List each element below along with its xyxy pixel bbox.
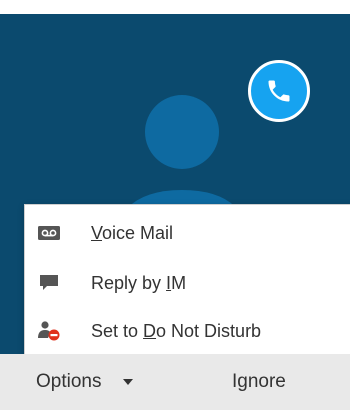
do-not-disturb-icon	[37, 321, 61, 341]
menu-item-do-not-disturb[interactable]: Set to Do Not Disturb	[25, 309, 350, 353]
chat-bubble-icon	[37, 273, 61, 293]
answer-call-button[interactable]	[248, 60, 310, 122]
options-label: Options	[36, 371, 102, 392]
phone-icon	[268, 80, 290, 102]
voice-mail-label: Voice Mail	[91, 222, 174, 243]
options-menu: Voice Mail Reply by IM Set to Do Not Dis…	[24, 204, 350, 360]
call-action-bar: Options Ignore	[0, 354, 350, 410]
do-not-disturb-label: Set to Do Not Disturb	[91, 320, 262, 341]
caret-down-icon	[123, 379, 134, 385]
window-top-edge	[0, 0, 350, 14]
incoming-call-window: Voice Mail Reply by IM Set to Do Not Dis…	[0, 0, 350, 410]
reply-by-im-label: Reply by IM	[91, 272, 187, 293]
ignore-button[interactable]: Ignore	[232, 362, 286, 402]
menu-item-voice-mail[interactable]: Voice Mail	[25, 211, 350, 255]
options-button[interactable]: Options	[36, 362, 134, 402]
menu-item-reply-by-im[interactable]: Reply by IM	[25, 261, 350, 305]
ignore-label: Ignore	[232, 371, 286, 392]
voicemail-icon	[37, 223, 61, 243]
